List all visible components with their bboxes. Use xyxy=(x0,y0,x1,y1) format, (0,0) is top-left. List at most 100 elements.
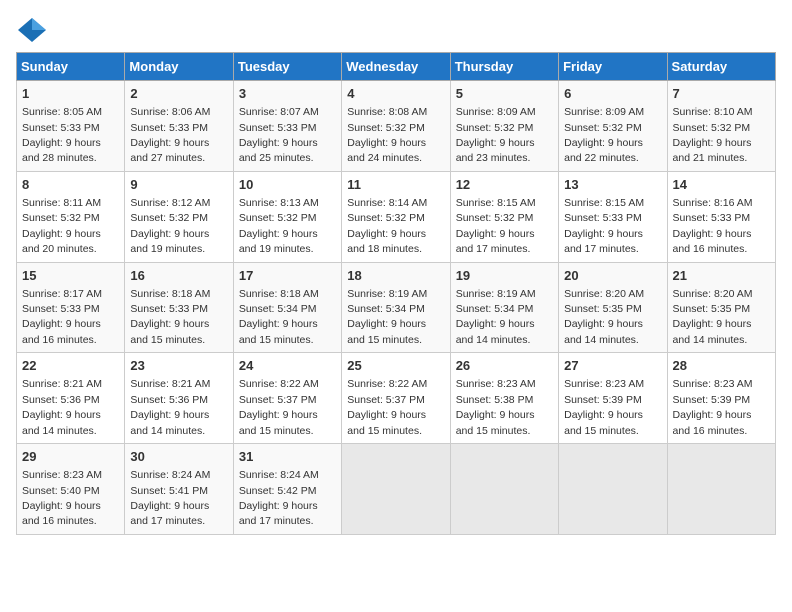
day-info: Sunrise: 8:09 AMSunset: 5:32 PMDaylight:… xyxy=(456,106,536,164)
calendar-cell: 3 Sunrise: 8:07 AMSunset: 5:33 PMDayligh… xyxy=(233,81,341,172)
calendar-cell: 15 Sunrise: 8:17 AMSunset: 5:33 PMDaylig… xyxy=(17,262,125,353)
day-info: Sunrise: 8:14 AMSunset: 5:32 PMDaylight:… xyxy=(347,197,427,255)
weekday-header-wednesday: Wednesday xyxy=(342,53,450,81)
day-number: 21 xyxy=(673,267,770,285)
day-number: 19 xyxy=(456,267,553,285)
calendar-cell: 5 Sunrise: 8:09 AMSunset: 5:32 PMDayligh… xyxy=(450,81,558,172)
day-info: Sunrise: 8:20 AMSunset: 5:35 PMDaylight:… xyxy=(564,288,644,346)
day-info: Sunrise: 8:15 AMSunset: 5:33 PMDaylight:… xyxy=(564,197,644,255)
day-number: 2 xyxy=(130,85,227,103)
calendar-cell: 20 Sunrise: 8:20 AMSunset: 5:35 PMDaylig… xyxy=(559,262,667,353)
day-info: Sunrise: 8:06 AMSunset: 5:33 PMDaylight:… xyxy=(130,106,210,164)
day-info: Sunrise: 8:07 AMSunset: 5:33 PMDaylight:… xyxy=(239,106,319,164)
calendar-cell xyxy=(342,444,450,535)
day-info: Sunrise: 8:18 AMSunset: 5:34 PMDaylight:… xyxy=(239,288,319,346)
calendar-cell: 14 Sunrise: 8:16 AMSunset: 5:33 PMDaylig… xyxy=(667,171,775,262)
day-info: Sunrise: 8:23 AMSunset: 5:40 PMDaylight:… xyxy=(22,469,102,527)
day-info: Sunrise: 8:22 AMSunset: 5:37 PMDaylight:… xyxy=(239,378,319,436)
calendar-cell: 1 Sunrise: 8:05 AMSunset: 5:33 PMDayligh… xyxy=(17,81,125,172)
day-info: Sunrise: 8:10 AMSunset: 5:32 PMDaylight:… xyxy=(673,106,753,164)
calendar-cell: 25 Sunrise: 8:22 AMSunset: 5:37 PMDaylig… xyxy=(342,353,450,444)
day-number: 25 xyxy=(347,357,444,375)
calendar-cell: 24 Sunrise: 8:22 AMSunset: 5:37 PMDaylig… xyxy=(233,353,341,444)
day-number: 16 xyxy=(130,267,227,285)
logo-icon xyxy=(16,16,48,44)
day-info: Sunrise: 8:15 AMSunset: 5:32 PMDaylight:… xyxy=(456,197,536,255)
calendar-cell: 18 Sunrise: 8:19 AMSunset: 5:34 PMDaylig… xyxy=(342,262,450,353)
weekday-row: SundayMondayTuesdayWednesdayThursdayFrid… xyxy=(17,53,776,81)
day-info: Sunrise: 8:23 AMSunset: 5:39 PMDaylight:… xyxy=(673,378,753,436)
day-number: 12 xyxy=(456,176,553,194)
day-info: Sunrise: 8:12 AMSunset: 5:32 PMDaylight:… xyxy=(130,197,210,255)
day-number: 23 xyxy=(130,357,227,375)
weekday-header-sunday: Sunday xyxy=(17,53,125,81)
day-info: Sunrise: 8:20 AMSunset: 5:35 PMDaylight:… xyxy=(673,288,753,346)
logo xyxy=(16,16,52,44)
day-number: 3 xyxy=(239,85,336,103)
day-number: 17 xyxy=(239,267,336,285)
day-info: Sunrise: 8:21 AMSunset: 5:36 PMDaylight:… xyxy=(130,378,210,436)
day-info: Sunrise: 8:18 AMSunset: 5:33 PMDaylight:… xyxy=(130,288,210,346)
calendar-cell: 11 Sunrise: 8:14 AMSunset: 5:32 PMDaylig… xyxy=(342,171,450,262)
day-info: Sunrise: 8:05 AMSunset: 5:33 PMDaylight:… xyxy=(22,106,102,164)
week-row-3: 15 Sunrise: 8:17 AMSunset: 5:33 PMDaylig… xyxy=(17,262,776,353)
calendar-cell: 22 Sunrise: 8:21 AMSunset: 5:36 PMDaylig… xyxy=(17,353,125,444)
day-info: Sunrise: 8:16 AMSunset: 5:33 PMDaylight:… xyxy=(673,197,753,255)
calendar-cell: 6 Sunrise: 8:09 AMSunset: 5:32 PMDayligh… xyxy=(559,81,667,172)
day-info: Sunrise: 8:13 AMSunset: 5:32 PMDaylight:… xyxy=(239,197,319,255)
day-number: 14 xyxy=(673,176,770,194)
calendar-cell: 23 Sunrise: 8:21 AMSunset: 5:36 PMDaylig… xyxy=(125,353,233,444)
calendar-cell: 2 Sunrise: 8:06 AMSunset: 5:33 PMDayligh… xyxy=(125,81,233,172)
day-number: 10 xyxy=(239,176,336,194)
calendar-cell: 7 Sunrise: 8:10 AMSunset: 5:32 PMDayligh… xyxy=(667,81,775,172)
day-number: 7 xyxy=(673,85,770,103)
day-number: 9 xyxy=(130,176,227,194)
day-number: 4 xyxy=(347,85,444,103)
day-number: 31 xyxy=(239,448,336,466)
day-number: 15 xyxy=(22,267,119,285)
day-info: Sunrise: 8:22 AMSunset: 5:37 PMDaylight:… xyxy=(347,378,427,436)
day-info: Sunrise: 8:17 AMSunset: 5:33 PMDaylight:… xyxy=(22,288,102,346)
page-header xyxy=(16,16,776,44)
day-info: Sunrise: 8:11 AMSunset: 5:32 PMDaylight:… xyxy=(22,197,101,255)
day-info: Sunrise: 8:19 AMSunset: 5:34 PMDaylight:… xyxy=(347,288,427,346)
day-number: 8 xyxy=(22,176,119,194)
weekday-header-friday: Friday xyxy=(559,53,667,81)
day-number: 13 xyxy=(564,176,661,194)
day-number: 29 xyxy=(22,448,119,466)
calendar-cell: 26 Sunrise: 8:23 AMSunset: 5:38 PMDaylig… xyxy=(450,353,558,444)
calendar-cell: 17 Sunrise: 8:18 AMSunset: 5:34 PMDaylig… xyxy=(233,262,341,353)
day-info: Sunrise: 8:24 AMSunset: 5:41 PMDaylight:… xyxy=(130,469,210,527)
day-number: 6 xyxy=(564,85,661,103)
calendar-cell xyxy=(559,444,667,535)
day-info: Sunrise: 8:08 AMSunset: 5:32 PMDaylight:… xyxy=(347,106,427,164)
day-number: 24 xyxy=(239,357,336,375)
calendar-cell: 28 Sunrise: 8:23 AMSunset: 5:39 PMDaylig… xyxy=(667,353,775,444)
calendar-cell xyxy=(450,444,558,535)
calendar-cell: 12 Sunrise: 8:15 AMSunset: 5:32 PMDaylig… xyxy=(450,171,558,262)
week-row-5: 29 Sunrise: 8:23 AMSunset: 5:40 PMDaylig… xyxy=(17,444,776,535)
day-number: 22 xyxy=(22,357,119,375)
day-number: 18 xyxy=(347,267,444,285)
calendar-cell: 29 Sunrise: 8:23 AMSunset: 5:40 PMDaylig… xyxy=(17,444,125,535)
weekday-header-thursday: Thursday xyxy=(450,53,558,81)
calendar-body: 1 Sunrise: 8:05 AMSunset: 5:33 PMDayligh… xyxy=(17,81,776,535)
calendar-cell: 31 Sunrise: 8:24 AMSunset: 5:42 PMDaylig… xyxy=(233,444,341,535)
day-info: Sunrise: 8:24 AMSunset: 5:42 PMDaylight:… xyxy=(239,469,319,527)
day-number: 30 xyxy=(130,448,227,466)
day-number: 11 xyxy=(347,176,444,194)
calendar-cell xyxy=(667,444,775,535)
day-info: Sunrise: 8:23 AMSunset: 5:39 PMDaylight:… xyxy=(564,378,644,436)
calendar-cell: 30 Sunrise: 8:24 AMSunset: 5:41 PMDaylig… xyxy=(125,444,233,535)
calendar-cell: 19 Sunrise: 8:19 AMSunset: 5:34 PMDaylig… xyxy=(450,262,558,353)
day-number: 20 xyxy=(564,267,661,285)
day-number: 28 xyxy=(673,357,770,375)
weekday-header-tuesday: Tuesday xyxy=(233,53,341,81)
calendar-cell: 9 Sunrise: 8:12 AMSunset: 5:32 PMDayligh… xyxy=(125,171,233,262)
day-info: Sunrise: 8:09 AMSunset: 5:32 PMDaylight:… xyxy=(564,106,644,164)
day-info: Sunrise: 8:21 AMSunset: 5:36 PMDaylight:… xyxy=(22,378,102,436)
day-number: 26 xyxy=(456,357,553,375)
weekday-header-saturday: Saturday xyxy=(667,53,775,81)
calendar-cell: 13 Sunrise: 8:15 AMSunset: 5:33 PMDaylig… xyxy=(559,171,667,262)
calendar-cell: 4 Sunrise: 8:08 AMSunset: 5:32 PMDayligh… xyxy=(342,81,450,172)
